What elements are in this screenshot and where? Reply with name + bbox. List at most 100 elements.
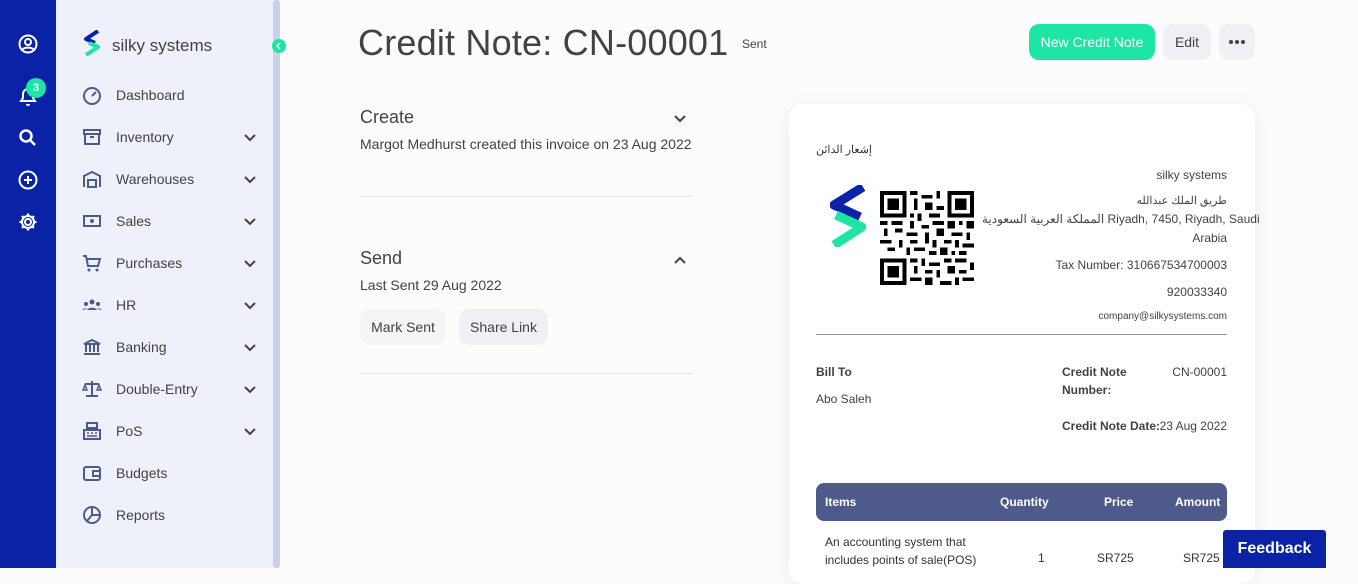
company-name: silky systems [1156,168,1227,182]
tax-number: Tax Number: 310667534700003 [1055,258,1227,272]
mark-sent-button[interactable]: Mark Sent [360,309,446,345]
credit-note-number-label-2: Number: [1062,383,1112,397]
address-line-2: Arabia [1192,231,1227,245]
bill-to-label: Bill To [816,365,852,379]
divider [360,373,692,374]
sidebar-item-label: Inventory [116,129,174,145]
bill-to-name: Abo Saleh [816,392,872,406]
sales-icon [80,209,104,233]
sidebar-item-banking[interactable]: Banking [80,332,260,362]
sidebar-item-dashboard[interactable]: Dashboard [80,80,260,110]
sidebar-item-label: Purchases [116,255,183,271]
item-price: SR725 [1097,551,1134,565]
sidebar-item-label: Warehouses [116,171,195,187]
send-heading: Send [360,248,403,268]
sidebar-item-label: PoS [116,423,143,439]
sidebar-item-label: Dashboard [116,87,185,103]
logo-icon [84,29,100,61]
chevron-down-icon[interactable] [242,213,258,229]
sidebar-item-label: Budgets [116,465,168,481]
item-description-line: includes points of sale(POS) [825,553,977,567]
credit-note-date-label: Credit Note Date: [1062,419,1161,433]
sidebar-item-label: Reports [116,507,166,523]
column-items: Items [825,495,857,509]
sidebar-item-budgets[interactable]: Budgets [80,458,260,488]
sidebar-item-purchases[interactable]: Purchases [80,248,260,278]
share-link-button[interactable]: Share Link [459,309,548,345]
wallet-icon [80,461,104,485]
sidebar-item-pos[interactable]: PoS [80,416,260,446]
cash-register-icon [80,419,104,443]
profile-icon[interactable] [17,33,39,55]
collapse-sidebar-button[interactable] [272,39,286,53]
chevron-down-icon[interactable] [242,129,258,145]
company-email: company@silkysystems.com [1098,311,1227,322]
add-icon[interactable] [17,169,39,191]
page-title: Credit Note: CN-00001 [358,22,729,63]
search-icon[interactable] [17,127,39,149]
item-quantity: 1 [1038,551,1045,565]
settings-icon[interactable] [17,211,39,233]
item-description-line: An accounting system that [825,535,966,549]
chevron-down-icon[interactable] [242,339,258,355]
column-amount: Amount [1175,495,1221,509]
company-logo [829,183,867,252]
scale-icon [80,377,104,401]
sidebar-item-label: Sales [116,213,152,229]
bank-icon [80,335,104,359]
document-divider [816,334,1227,335]
credit-note-number-label: Credit Note [1062,365,1127,379]
feedback-button[interactable]: Feedback [1223,530,1326,568]
create-section: Create Margot Medhurst created this invo… [360,107,692,156]
sidebar-item-label: Banking [116,339,167,355]
pie-chart-icon [80,503,104,527]
items-table-header: Items Quantity Price Amount [816,483,1227,521]
edit-button[interactable]: Edit [1163,24,1211,60]
chevron-down-icon[interactable] [242,297,258,313]
chevron-down-icon[interactable] [242,381,258,397]
divider [360,196,692,197]
chevron-down-icon[interactable] [242,423,258,439]
more-icon [1229,40,1245,44]
status-badge: Sent [742,37,767,51]
sidebar-item-label: Double-Entry [116,381,198,397]
send-section: Send Last Sent 29 Aug 2022 [360,248,692,297]
more-options-button[interactable] [1219,24,1255,60]
credit-note-number: CN-00001 [1172,365,1227,379]
column-price: Price [1104,495,1134,509]
address-line: المملكة العربية السعودية Riyadh, 7450, R… [982,212,1260,226]
item-amount: SR725 [1183,551,1220,565]
chevron-left-icon [275,42,281,50]
sidebar-item-reports[interactable]: Reports [80,500,260,530]
inventory-icon [80,125,104,149]
credit-note-date: 23 Aug 2022 [1159,419,1227,433]
sidebar-item-double-entry[interactable]: Double-Entry [80,374,260,404]
new-credit-note-button[interactable]: New Credit Note [1029,24,1155,60]
sidebar-item-warehouses[interactable]: Warehouses [80,164,260,194]
sidebar-item-inventory[interactable]: Inventory [80,122,260,152]
qr-code [880,191,974,290]
column-quantity: Quantity [1000,495,1049,509]
dashboard-icon [80,83,104,107]
create-text: Margot Medhurst created this invoice on … [360,136,692,152]
brand-name: silky systems [112,35,213,55]
notification-badge: 3 [26,78,46,98]
cart-icon [80,251,104,275]
create-heading: Create [360,107,415,127]
address-arabic: طريق الملك عبدالله [1136,195,1227,207]
chevron-down-icon[interactable] [242,171,258,187]
document-arabic-title: إشعار الدائن [816,144,872,156]
sidebar-scrollbar[interactable] [273,0,280,568]
chevron-up-icon[interactable] [672,252,688,268]
sidebar-item-sales[interactable]: Sales [80,206,260,236]
chevron-down-icon[interactable] [672,111,688,127]
warehouse-icon [80,167,104,191]
chevron-down-icon[interactable] [242,255,258,271]
sidebar-item-hr[interactable]: HR [80,290,260,320]
people-icon [80,293,104,317]
brand[interactable]: silky systems [84,29,213,61]
item-description: An accounting system that includes point… [825,533,976,569]
icon-rail: 3 [0,0,56,568]
send-text: Last Sent 29 Aug 2022 [360,277,502,293]
phone-number: 920033340 [1166,285,1227,299]
